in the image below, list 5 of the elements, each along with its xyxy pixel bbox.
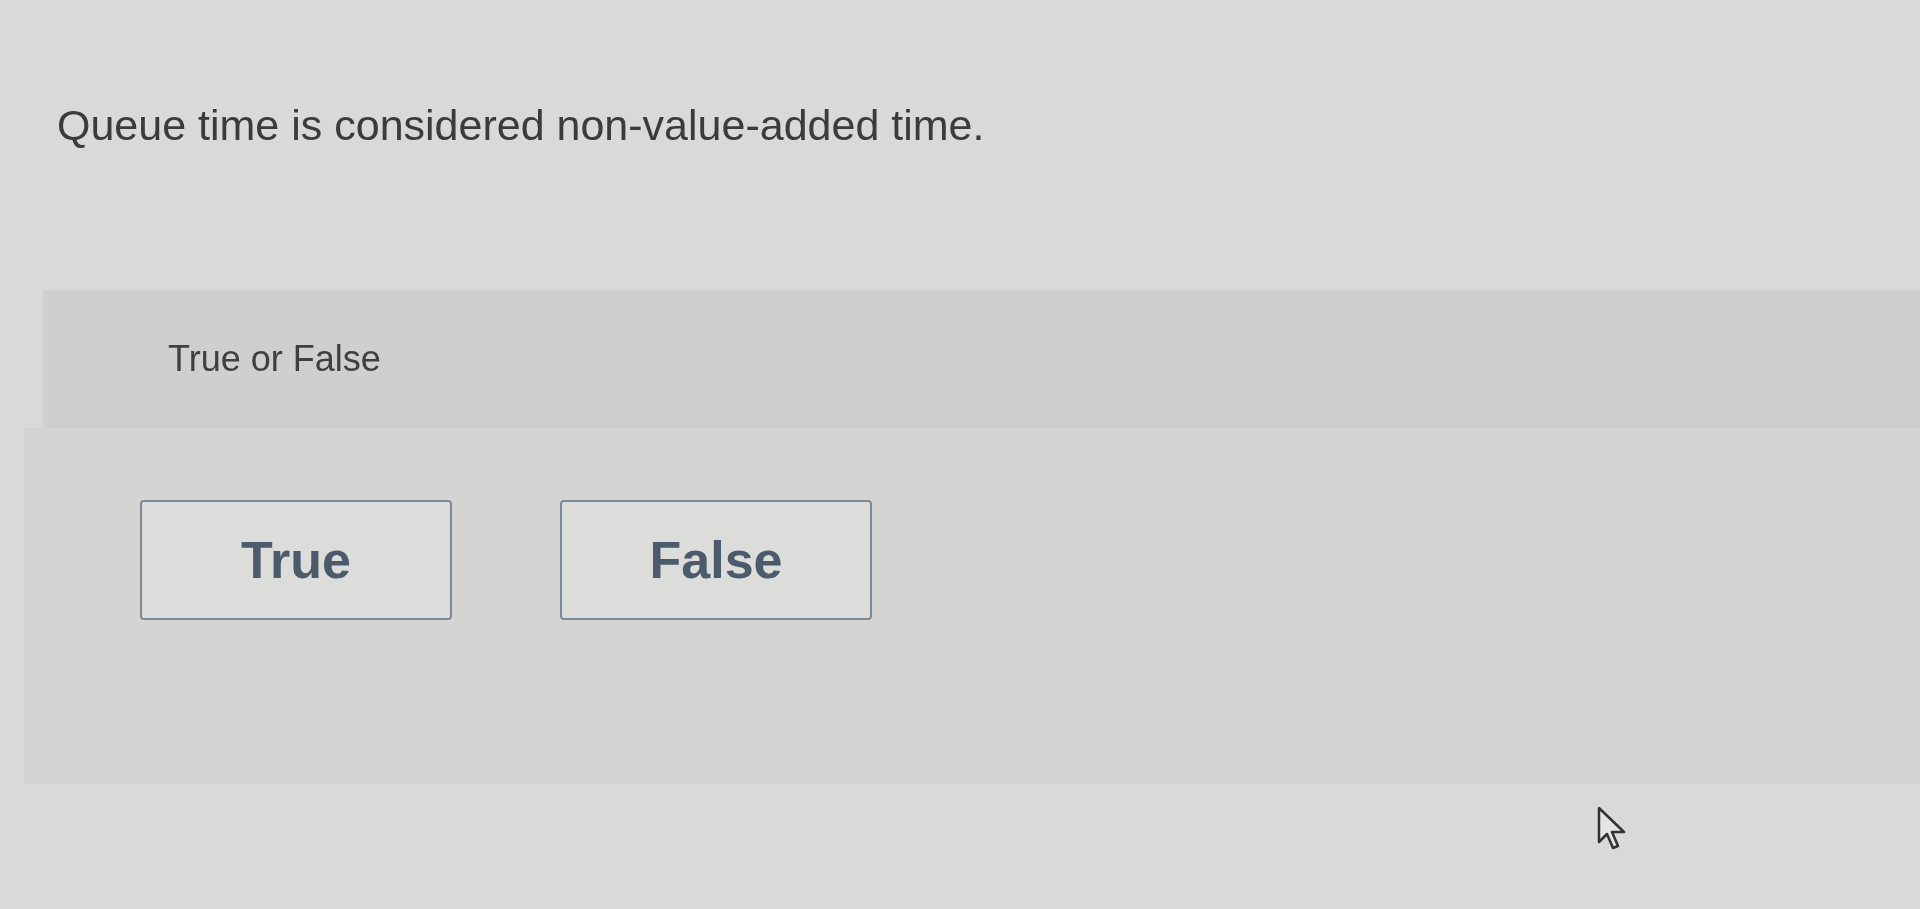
answer-button[interactable]: False [560,500,872,620]
mouse-pointer-icon [1597,806,1627,850]
prompt-label: True or False [168,338,381,380]
question-text: Queue time is considered non-value-added time. [57,100,985,150]
answer-button[interactable]: True [140,500,452,620]
